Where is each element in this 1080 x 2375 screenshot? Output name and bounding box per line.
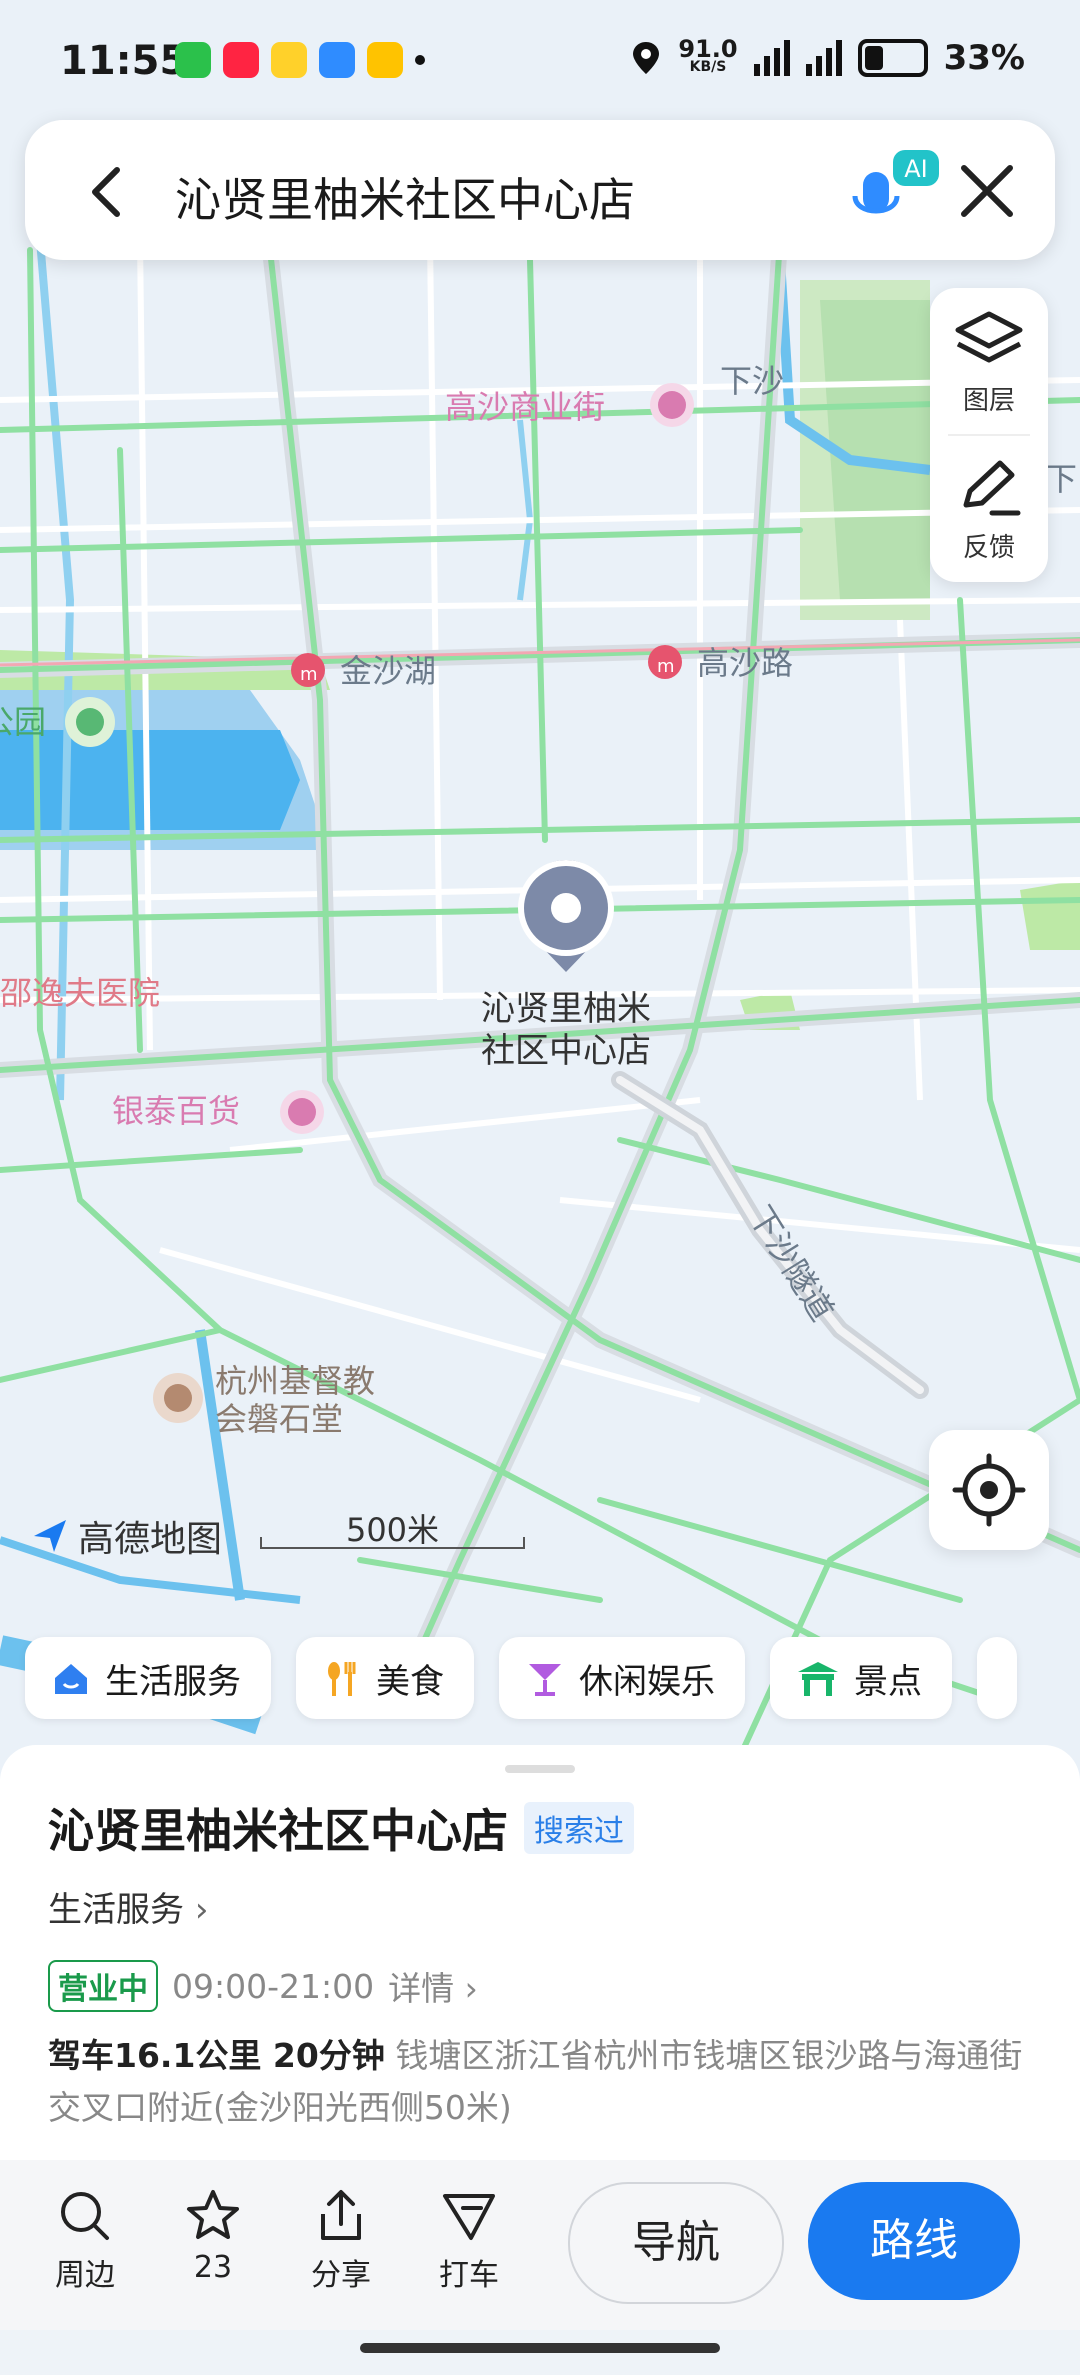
cocktail-icon (529, 1664, 561, 1696)
edit-pen-icon (963, 460, 1021, 516)
place-card[interactable]: 沁贤里柚米社区中心店 搜索过 生活服务 › 营业中 09:00-21:00 详情… (0, 1745, 1080, 2165)
chevron-right-icon: › (194, 1890, 209, 1930)
layers-button[interactable]: 图层 (930, 288, 1048, 435)
svg-text:高沙商业街: 高沙商业街 (445, 388, 605, 426)
share-icon (321, 2190, 361, 2240)
battery-icon (857, 39, 928, 77)
place-category[interactable]: 生活服务 › (48, 1882, 208, 1931)
open-status-badge: 营业中 (48, 1960, 158, 2012)
chip-leisure[interactable]: 休闲娱乐 (499, 1637, 745, 1719)
my-location-button[interactable] (929, 1430, 1049, 1550)
favorite-button[interactable]: 23 (158, 2188, 268, 2285)
chip-attractions[interactable]: 景点 (770, 1637, 952, 1719)
ai-voice-icon[interactable]: AI (845, 144, 945, 234)
status-bar: 11:55 91.0 KB/S 33% (0, 0, 1080, 120)
svg-text:会磐石堂: 会磐石堂 (215, 1400, 343, 1438)
house-icon (55, 1664, 87, 1694)
drive-info: 驾车16.1公里 20分钟 (48, 2036, 385, 2075)
status-time: 11:55 (60, 38, 188, 84)
search-icon (61, 2192, 109, 2240)
crosshair-icon (952, 1453, 1026, 1527)
alipay-icon (319, 42, 355, 78)
map-scale: 500米 (260, 1505, 525, 1555)
location-icon (633, 42, 660, 74)
star-icon (187, 2190, 239, 2239)
home-indicator[interactable] (360, 2343, 720, 2353)
xiaohongshu-icon (223, 42, 259, 78)
searched-badge: 搜索过 (524, 1802, 634, 1854)
xianyu-icon (271, 42, 307, 78)
poi-gaosha-street[interactable]: 高沙商业街 (445, 383, 694, 427)
svg-text:m: m (300, 664, 318, 685)
poi-yintai[interactable]: 银泰百货 (112, 1090, 324, 1134)
svg-text:AI: AI (904, 155, 928, 183)
taxi-button[interactable]: 打车 (414, 2188, 524, 2294)
svg-text:金沙湖: 金沙湖 (340, 652, 436, 690)
search-bar[interactable]: 沁贤里柚米社区中心店 AI (25, 120, 1055, 260)
metro-station-jinshahu[interactable]: m 金沙湖 (291, 652, 436, 690)
battery-level: 33% (943, 38, 1025, 78)
svg-text:杭州基督教: 杭州基督教 (215, 1362, 375, 1400)
navigate-button[interactable]: 导航 (568, 2182, 784, 2304)
chip-food[interactable]: 美食 (296, 1637, 474, 1719)
meituan-icon (367, 42, 403, 78)
feedback-label: 反馈 (962, 533, 1015, 563)
metro-station-gaosha-road[interactable]: m 高沙路 (648, 644, 793, 682)
scale-bar (260, 1537, 525, 1549)
net-speed: 91.0 KB/S (678, 35, 738, 75)
pin-label-line2: 社区中心店 (481, 1031, 651, 1071)
action-bar: 周边 23 分享 打车 导航 路线 (0, 2160, 1080, 2330)
feedback-button[interactable]: 反馈 (930, 435, 1048, 582)
svg-text:高沙路: 高沙路 (697, 644, 793, 682)
place-title-row: 沁贤里柚米社区中心店 搜索过 (48, 1795, 634, 1861)
more-dot-icon (415, 55, 425, 65)
svg-text:公园: 公园 (0, 703, 46, 741)
label-xiasha: 下沙 (720, 362, 784, 400)
notification-icons (175, 42, 425, 78)
chip-life-services[interactable]: 生活服务 (25, 1637, 271, 1719)
pin-label-line1: 沁贤里柚米 (481, 989, 651, 1029)
search-query[interactable]: 沁贤里柚米社区中心店 (175, 164, 635, 230)
details-link[interactable]: 详情 › (388, 1962, 478, 2010)
nearby-button[interactable]: 周边 (30, 2188, 140, 2294)
amap-arrow-icon (34, 1520, 66, 1552)
signal-icon-2 (805, 40, 842, 76)
label-xia-edge: 下 (1045, 460, 1077, 498)
status-right: 91.0 KB/S 33% (630, 35, 1025, 78)
map-tools: 图层 反馈 (930, 288, 1048, 582)
svg-text:m: m (657, 656, 675, 677)
signal-icon (753, 40, 790, 76)
drive-and-address: 驾车16.1公里 20分钟 钱塘区浙江省杭州市钱塘区银沙路与海通街交叉口附近(金… (48, 2030, 1038, 2134)
svg-text:银泰百货: 银泰百货 (112, 1092, 240, 1130)
amap-logo: 高德地图 (30, 1510, 222, 1562)
chip-more[interactable] (977, 1637, 1017, 1719)
opening-hours: 09:00-21:00 (172, 1966, 375, 2006)
hours-row: 营业中 09:00-21:00 详情 › (48, 1960, 478, 2012)
route-button[interactable]: 路线 (808, 2182, 1020, 2300)
poi-hospital[interactable]: 邵逸夫医院 (0, 974, 160, 1012)
wechat-icon (175, 42, 211, 78)
back-icon[interactable] (73, 156, 145, 228)
pavilion-icon (798, 1662, 838, 1696)
category-chips: 生活服务 美食 休闲娱乐 景点 (25, 1637, 1017, 1719)
share-button[interactable]: 分享 (286, 2188, 396, 2294)
close-icon[interactable] (950, 154, 1024, 228)
layers-icon (955, 311, 1023, 363)
fork-spoon-icon (328, 1662, 356, 1696)
drag-handle[interactable] (505, 1765, 575, 1773)
layers-label: 图层 (962, 386, 1015, 416)
taxi-flag-icon (443, 2194, 495, 2240)
place-name: 沁贤里柚米社区中心店 (48, 1804, 508, 1858)
